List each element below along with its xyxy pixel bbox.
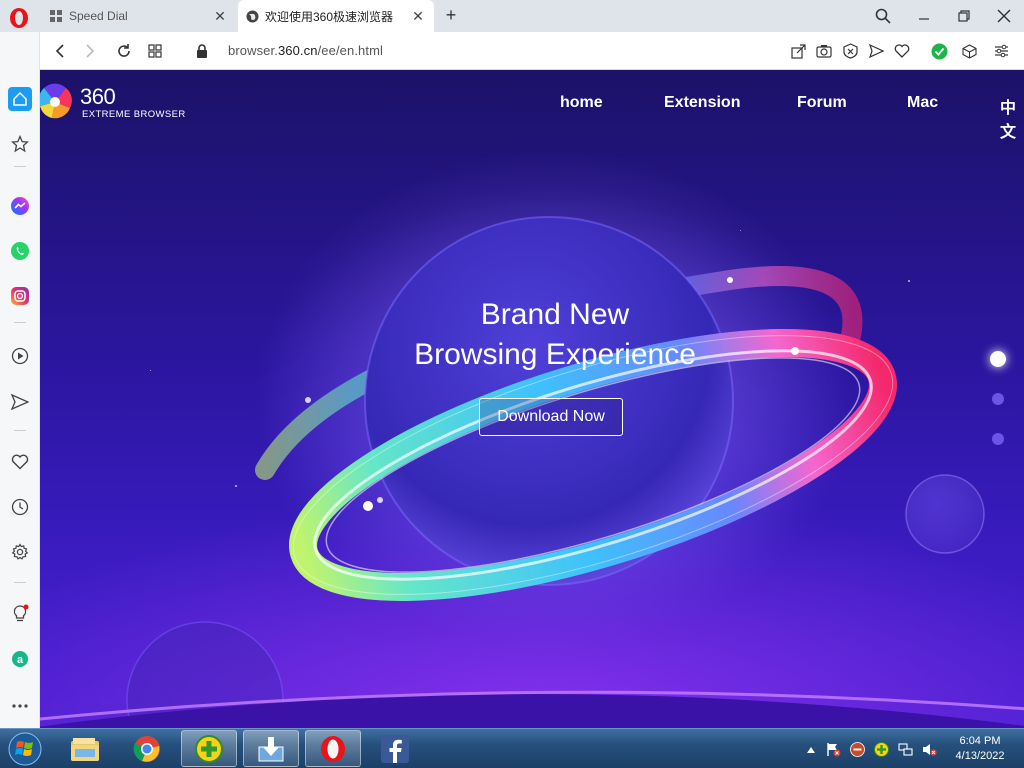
sidebar-separator [14,322,26,323]
logo-subtitle: EXTREME BROWSER [82,109,186,120]
speed-dial-icon [49,9,63,23]
address-bar: browser.360.cn/ee/en.html [40,32,1024,70]
sidebar-separator [14,430,26,431]
clock-time: 6:04 PM [959,735,1001,747]
tab-label: Speed Dial [69,9,128,23]
search-tabs-icon[interactable] [868,4,898,28]
sidebar-separator [14,582,26,583]
start-button[interactable] [5,730,45,768]
hero-title-line1: Brand New [480,298,630,331]
nav-home[interactable]: home [560,94,603,112]
download-now-button[interactable]: Download Now [479,398,623,436]
close-tab-icon[interactable]: ✕ [212,8,228,24]
heart-icon[interactable] [8,450,32,474]
show-hidden-icons-icon[interactable] [803,742,818,757]
windows-taskbar: 6:04 PM 4/13/2022 [0,728,1024,768]
forward-button[interactable] [80,41,100,61]
back-button[interactable] [50,41,70,61]
action-center-flag-icon[interactable] [826,742,841,757]
360-logo-icon [40,83,72,119]
messenger-icon[interactable] [8,194,32,218]
flow-send-icon[interactable] [8,390,32,414]
tab-grid-icon[interactable] [145,41,165,61]
taskbar-windows-explorer[interactable] [57,730,113,767]
instagram-icon[interactable] [8,284,32,308]
nav-chinese[interactable]: 中文 [1000,94,1024,142]
taskbar-360-browser[interactable] [181,730,237,767]
sidebar-separator [14,166,26,167]
opera-sidebar: a [0,32,40,728]
globe-icon [245,9,259,23]
taskbar-facebook[interactable] [367,730,423,767]
send-flow-icon[interactable] [867,42,885,60]
minimize-button[interactable] [909,4,939,28]
lightbulb-tips-icon[interactable] [8,602,32,626]
new-tab-button[interactable]: + [441,5,461,25]
taskbar-download-installer[interactable] [243,730,299,767]
lock-icon[interactable] [192,41,212,61]
restore-button[interactable] [949,4,979,28]
slide-dot[interactable] [992,433,1004,445]
whatsapp-icon[interactable] [8,239,32,263]
logo-number: 360 [80,84,116,109]
download-installer-icon [258,736,284,761]
more-dots-icon[interactable] [8,694,32,718]
taskbar-opera[interactable] [305,730,361,767]
settings-gear-icon[interactable] [8,540,32,564]
extensions-cube-icon[interactable] [960,42,978,60]
nav-extension[interactable]: Extension [664,94,740,112]
system-clock[interactable]: 6:04 PM 4/13/2022 [945,734,1015,764]
share-icon[interactable] [789,42,807,60]
svg-text:a: a [17,654,24,666]
network-icon[interactable] [898,742,913,757]
player-icon[interactable] [8,344,32,368]
tray-360-icon[interactable] [874,742,889,757]
tab-360-browser[interactable]: 欢迎使用360极速浏览器 ✕ [238,0,434,32]
facebook-icon [381,734,409,763]
volume-muted-icon[interactable] [922,742,937,757]
tab-label: 欢迎使用360极速浏览器 [265,9,394,24]
hero-title-line2: Browsing Experience [414,338,696,371]
vpn-check-icon[interactable] [930,42,948,60]
slide-dot-active[interactable] [990,351,1006,367]
history-clock-icon[interactable] [8,495,32,519]
webpage-360-browser: 360 EXTREME BROWSER home Extension Forum… [40,70,1024,728]
ad-blocker-icon[interactable] [841,42,859,60]
reload-button[interactable] [114,41,134,61]
nav-forum[interactable]: Forum [797,94,847,112]
close-tab-icon[interactable]: ✕ [410,8,426,24]
opera-menu-icon[interactable] [8,7,30,29]
tab-bar: Speed Dial ✕ 欢迎使用360极速浏览器 ✕ + [0,0,1024,32]
clock-date: 4/13/2022 [955,750,1005,762]
taskbar-chrome[interactable] [119,730,175,767]
url-text[interactable]: browser.360.cn/ee/en.html [228,43,383,58]
tray-app-red-icon[interactable] [850,742,865,757]
chrome-icon [133,735,160,762]
home-icon[interactable] [8,87,32,111]
360-browser-icon [195,734,223,763]
aria-assistant-icon[interactable]: a [8,647,32,671]
close-window-button[interactable] [989,4,1019,28]
tab-speed-dial[interactable]: Speed Dial ✕ [42,0,236,32]
360-logo[interactable]: 360 EXTREME BROWSER [40,82,200,122]
easy-setup-icon[interactable] [992,42,1010,60]
slide-dot[interactable] [992,393,1004,405]
windows-explorer-icon [71,737,99,761]
opera-icon [321,735,345,762]
nav-mac[interactable]: Mac [907,94,938,112]
speed-dial-star-icon[interactable] [8,132,32,156]
snapshot-camera-icon[interactable] [815,42,833,60]
bookmark-heart-icon[interactable] [893,42,911,60]
